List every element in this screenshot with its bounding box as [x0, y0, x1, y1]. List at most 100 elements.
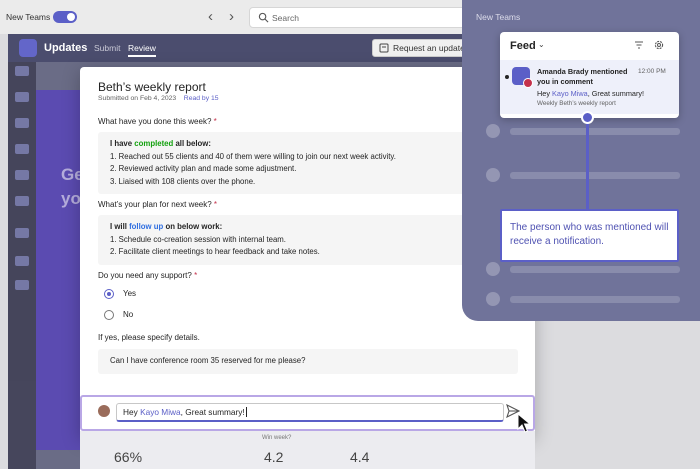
tab-review[interactable]: Review [128, 43, 156, 57]
unread-dot [505, 75, 509, 79]
gear-icon[interactable] [653, 39, 665, 51]
question-text: What’s your plan for next week? [98, 200, 212, 209]
stat-score-1: 4.2 [264, 449, 284, 465]
search-placeholder: Search [272, 13, 299, 23]
answer-done-this-week: I have completed all below: 1. Reached o… [98, 132, 518, 194]
answer-intro-post: on below work: [163, 222, 223, 231]
answer-item: 3. Liaised with 108 clients over the pho… [110, 176, 256, 186]
question-plan-next-week: What’s your plan for next week? * [98, 200, 217, 209]
message-suffix: , Great summary! [587, 89, 645, 98]
report-subtitle: Submitted on Feb 4, 2023 Read by 15 [98, 95, 219, 102]
avatar [486, 168, 500, 182]
callout-box: The person who was mentioned will receiv… [500, 209, 679, 262]
notification-context: Weekly Beth’s weekly report [537, 100, 616, 107]
callout-anchor-dot [581, 111, 594, 124]
radio-checked-icon[interactable] [104, 289, 114, 299]
new-teams-toggle[interactable] [53, 11, 77, 23]
message-mention: Kayo Miwa [552, 89, 588, 98]
apps-icon[interactable] [15, 280, 29, 290]
updates-app-icon [512, 67, 533, 88]
app-header: Updates Submit Review Request an update [8, 34, 466, 62]
answer-item: 2. Facilitate client meetings to hear fe… [110, 247, 320, 256]
comment-prefix: Hey [123, 407, 141, 417]
answer-intro-post: all below: [173, 139, 211, 148]
question-specify-details: If yes, please specify details. [98, 333, 200, 342]
stats-strip: 66% Win week? 4.2 4.4 [80, 431, 535, 469]
avatar [486, 262, 500, 276]
question-text: What have you done this week? [98, 117, 212, 126]
feed-row-placeholder [510, 266, 680, 273]
comment-input[interactable]: Hey Kayo Miwa, Great summary! [116, 403, 504, 422]
completed-highlight: completed [134, 139, 174, 148]
radio-label: Yes [123, 289, 137, 299]
new-teams-label: New Teams [6, 12, 51, 22]
question-text: Do you need any support? [98, 271, 192, 280]
feed-row-placeholder [510, 172, 680, 179]
more-apps-icon[interactable] [15, 256, 29, 266]
required-mark: * [213, 117, 217, 126]
mouse-cursor-icon [517, 413, 531, 433]
overlay-new-teams-label: New Teams [476, 12, 521, 22]
search-icon [258, 12, 269, 23]
follow-up-highlight: follow up [129, 222, 164, 231]
stat-percent: 66% [114, 449, 143, 465]
feed-panel: Feed ⌄ Amanda Brady mentioned you in com… [500, 32, 679, 118]
notification-message: Hey Kayo Miwa, Great summary! [537, 89, 644, 98]
request-update-label: Request an update [393, 43, 465, 53]
activity-icon[interactable] [15, 66, 29, 76]
app-title: Updates [44, 42, 88, 54]
avatar [98, 405, 110, 417]
radio-unchecked-icon[interactable] [104, 310, 114, 320]
comment-suffix: , Great summary! [180, 407, 245, 417]
chevron-down-icon[interactable]: ⌄ [538, 40, 545, 49]
avatar [486, 292, 500, 306]
radio-option-no[interactable]: No [104, 310, 133, 320]
answer-plan-next-week: I will follow up on below work: 1. Sched… [98, 215, 518, 265]
request-icon [379, 43, 389, 53]
stat-label: Win week? [262, 435, 292, 441]
avatar [486, 124, 500, 138]
filter-icon[interactable] [634, 40, 644, 50]
answer-item: 1. Schedule co-creation session with int… [110, 234, 286, 244]
radio-label: No [123, 310, 134, 320]
question-done-this-week: What have you done this week? * [98, 117, 217, 126]
chat-icon[interactable] [15, 92, 29, 102]
message-prefix: Hey [537, 89, 553, 98]
required-mark: * [213, 200, 218, 209]
feed-row-placeholder [510, 128, 680, 135]
comment-mention[interactable]: Kayo Miwa [140, 407, 181, 417]
stat-score-2: 4.4 [350, 449, 370, 465]
submitted-date: Submitted on Feb 4, 2023 [98, 95, 177, 102]
search-input[interactable]: Search [249, 7, 479, 28]
app-rail [8, 34, 36, 469]
request-update-button[interactable]: Request an update [372, 39, 466, 57]
forward-arrow-icon[interactable]: › [229, 8, 234, 25]
report-title: Beth’s weekly report [98, 80, 206, 94]
files-icon[interactable] [15, 196, 29, 206]
back-arrow-icon[interactable]: ‹ [208, 8, 213, 25]
comment-composer: Hey Kayo Miwa, Great summary! [80, 395, 535, 431]
read-by-link[interactable]: Read by 15 [184, 95, 219, 102]
answer-intro-pre: I have [110, 139, 135, 148]
notification-time: 12:00 PM [638, 68, 666, 75]
question-need-support: Do you need any support? * [98, 271, 197, 280]
tab-submit[interactable]: Submit [94, 43, 120, 53]
mention-notification[interactable]: Amanda Brady mentioned you in comment 12… [500, 60, 679, 114]
updates-logo-icon [19, 39, 37, 57]
answer-intro: I have completed all below: [110, 138, 506, 151]
notification-title: Amanda Brady mentioned you in comment [537, 67, 628, 86]
details-answer[interactable]: Can I have conference room 35 reserved f… [98, 349, 518, 374]
answer-intro-pre: I will [110, 222, 130, 231]
feed-row-placeholder [510, 296, 680, 303]
answer-intro: I will follow up on below work: [110, 221, 506, 234]
callout-connector [586, 118, 589, 209]
text-caret [245, 407, 247, 417]
answer-item: 1. Reached out 55 clients and 40 of them… [110, 151, 396, 161]
calls-icon[interactable] [15, 170, 29, 180]
teams-icon[interactable] [15, 118, 29, 128]
answer-item: 2. Reviewed activity plan and made some … [110, 164, 297, 173]
updates-app-icon[interactable] [15, 228, 29, 238]
calendar-icon[interactable] [15, 144, 29, 154]
feed-title[interactable]: Feed [510, 40, 536, 52]
radio-option-yes[interactable]: Yes [104, 289, 136, 299]
